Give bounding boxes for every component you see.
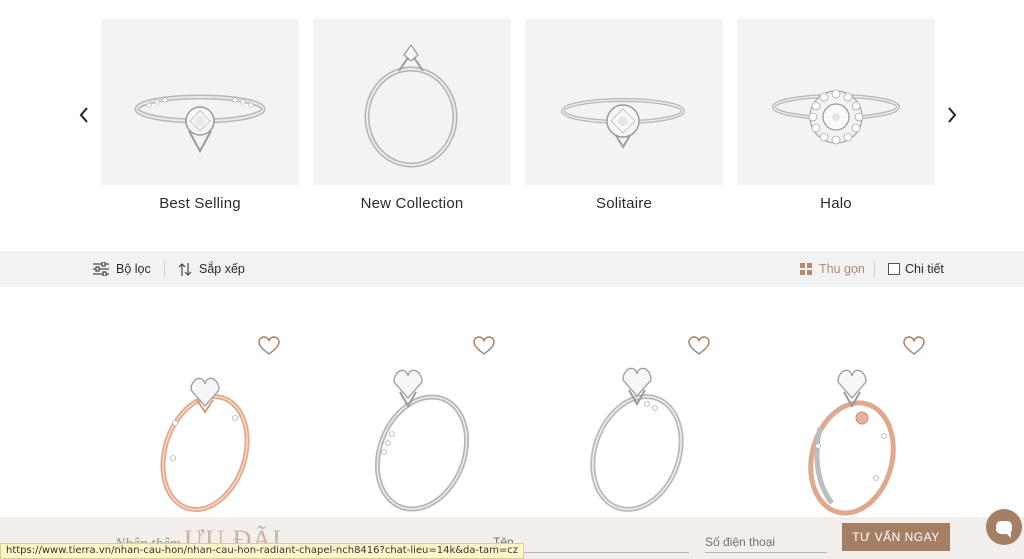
category-image	[525, 19, 723, 185]
sort-button[interactable]: Sắp xếp	[178, 251, 245, 287]
category-new-collection[interactable]: New Collection	[313, 19, 511, 212]
toolbar-divider	[164, 261, 165, 277]
detail-view-toggle[interactable]: Chi tiết	[888, 251, 944, 287]
halo-ring-image	[772, 89, 900, 145]
carousel-next-button[interactable]	[940, 100, 964, 130]
category-best-selling[interactable]: Best Selling	[101, 19, 299, 212]
product-card[interactable]	[330, 330, 530, 515]
sort-label: Sắp xếp	[199, 262, 245, 276]
detail-view-checkbox[interactable]	[888, 263, 900, 275]
page: Best Selling New Collection Solitaire Ha…	[0, 0, 1024, 559]
category-image	[737, 19, 935, 185]
pave-solitaire-ring-image	[134, 94, 266, 154]
category-carousel: Best Selling New Collection Solitaire Ha…	[0, 0, 1024, 240]
category-label: Halo	[820, 195, 852, 212]
filter-toolbar: Bộ lọc Sắp xếp Thu gọn Chi tiết	[0, 251, 1024, 287]
category-image	[313, 19, 511, 185]
category-label: New Collection	[360, 195, 464, 212]
product-card[interactable]	[760, 330, 960, 516]
status-bar-url: https://www.tierra.vn/nhan-cau-hon/nhan-…	[0, 543, 525, 559]
white-gold-ring-image	[590, 367, 684, 512]
two-tone-ring-image	[808, 369, 896, 516]
category-halo[interactable]: Halo	[737, 19, 935, 212]
filter-label: Bộ lọc	[116, 262, 151, 276]
compact-view-toggle[interactable]: Thu gọn	[800, 251, 865, 287]
white-gold-ring-image	[374, 369, 470, 512]
rose-gold-ring-image	[160, 377, 250, 513]
toolbar-divider	[874, 261, 875, 277]
chevron-left-icon	[79, 107, 88, 123]
compact-view-label: Thu gọn	[819, 262, 865, 276]
filter-button[interactable]: Bộ lọc	[93, 251, 151, 287]
carousel-prev-button[interactable]	[72, 100, 96, 130]
category-solitaire[interactable]: Solitaire	[525, 19, 723, 212]
chat-bubble-icon	[996, 520, 1012, 538]
sort-arrows-icon	[178, 262, 192, 276]
category-image	[101, 19, 299, 185]
category-label: Best Selling	[159, 195, 241, 212]
category-label: Solitaire	[596, 195, 652, 212]
product-card[interactable]	[545, 330, 745, 515]
classic-solitaire-ring-image	[561, 98, 685, 149]
product-card[interactable]	[115, 330, 315, 515]
grid-view-icon	[800, 263, 812, 275]
chevron-right-icon	[948, 107, 957, 123]
chat-button[interactable]	[986, 509, 1022, 545]
filter-sliders-icon	[93, 262, 109, 276]
upright-solitaire-ring-image	[364, 43, 458, 168]
detail-view-label: Chi tiết	[905, 262, 944, 276]
consult-now-button[interactable]: TƯ VẤN NGAY	[842, 523, 950, 551]
phone-input[interactable]	[705, 531, 827, 553]
